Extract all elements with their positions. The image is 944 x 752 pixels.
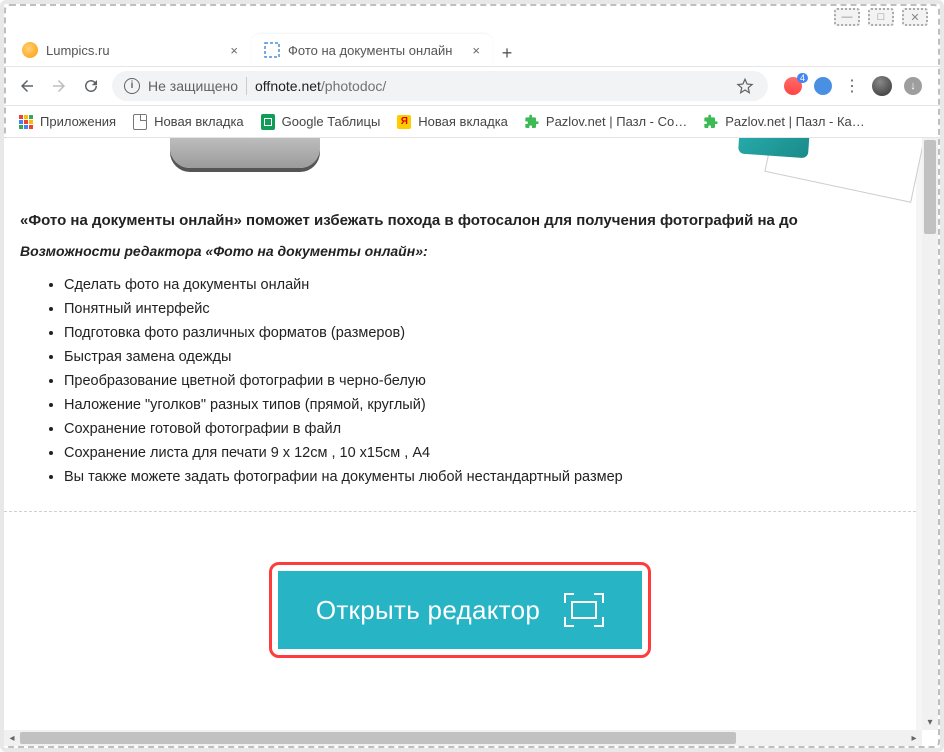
list-item: Подготовка фото различных форматов (разм… xyxy=(64,325,900,341)
nav-back-button[interactable] xyxy=(16,75,38,97)
page-heading: «Фото на документы онлайн» поможет избеж… xyxy=(20,212,900,229)
window-minimize-button[interactable]: — xyxy=(834,8,860,26)
open-editor-button[interactable]: Открыть редактор xyxy=(278,571,642,649)
page-subheading: Возможности редактора «Фото на документы… xyxy=(20,243,900,259)
list-item: Сохранение листа для печати 9 x 12см , 1… xyxy=(64,445,900,461)
page-content: «Фото на документы онлайн» поможет избеж… xyxy=(4,138,916,730)
address-bar[interactable]: i Не защищено offnote.net/photodoc/ xyxy=(112,71,768,101)
favicon-lumpics-icon xyxy=(22,42,38,58)
page-icon xyxy=(132,114,148,130)
bookmark-item[interactable]: Pazlov.net | Пазл - Со… xyxy=(524,114,687,130)
user-avatar-icon[interactable] xyxy=(872,76,892,96)
tab-photodoc[interactable]: Фото на документы онлайн × xyxy=(252,34,492,66)
bookmarks-bar: Приложения Новая вкладка Google Таблицы … xyxy=(4,106,940,138)
extension-shopping-icon[interactable] xyxy=(784,77,802,95)
list-item: Преобразование цветной фотографии в черн… xyxy=(64,373,900,389)
list-item: Сохранение готовой фотографии в файл xyxy=(64,421,900,437)
vertical-scrollbar[interactable]: ▾ xyxy=(922,138,938,730)
browser-window: — □ ✕ Lumpics.ru × Фото на документы онл… xyxy=(0,0,944,752)
puzzle-icon xyxy=(703,114,719,130)
window-maximize-button[interactable]: □ xyxy=(868,8,894,26)
tab-title: Lumpics.ru xyxy=(46,43,110,58)
window-titlebar: — □ ✕ xyxy=(4,4,940,32)
yandex-icon: Я xyxy=(396,114,412,130)
scanner-illustration-icon xyxy=(170,138,320,168)
crop-frame-icon xyxy=(564,593,604,627)
tab-lumpics[interactable]: Lumpics.ru × xyxy=(10,34,250,66)
bookmark-label: Новая вкладка xyxy=(154,114,244,129)
window-close-button[interactable]: ✕ xyxy=(902,8,928,26)
scroll-down-icon[interactable]: ▾ xyxy=(922,714,938,730)
bookmark-item[interactable]: Новая вкладка xyxy=(132,114,244,130)
security-label: Не защищено xyxy=(148,78,238,94)
toolbar-extension-area: ⋮ ↓ xyxy=(778,76,928,96)
url-path: /photodoc/ xyxy=(321,78,386,94)
tab-close-icon[interactable]: × xyxy=(472,43,480,58)
list-item: Быстрая замена одежды xyxy=(64,349,900,365)
page-viewport: «Фото на документы онлайн» поможет избеж… xyxy=(4,138,940,748)
tab-title: Фото на документы онлайн xyxy=(288,43,452,58)
site-info-icon[interactable]: i xyxy=(124,78,140,94)
open-editor-label: Открыть редактор xyxy=(316,595,540,626)
bookmark-item[interactable]: Pazlov.net | Пазл - Ка… xyxy=(703,114,865,130)
tab-close-icon[interactable]: × xyxy=(230,43,238,58)
url-domain: offnote.net xyxy=(255,78,321,94)
bookmark-label: Pazlov.net | Пазл - Ка… xyxy=(725,114,865,129)
apps-grid-icon xyxy=(18,114,34,130)
bookmark-label: Pazlov.net | Пазл - Со… xyxy=(546,114,687,129)
photo-print-illustration-icon xyxy=(764,138,922,203)
scrollbar-thumb[interactable] xyxy=(20,732,736,744)
header-graphic xyxy=(20,138,900,186)
nav-forward-button[interactable] xyxy=(48,75,70,97)
downloads-icon[interactable]: ↓ xyxy=(904,77,922,95)
list-item: Понятный интерфейс xyxy=(64,301,900,317)
list-item: Вы также можете задать фотографии на док… xyxy=(64,469,900,485)
list-item: Наложение "уголков" разных типов (прямой… xyxy=(64,397,900,413)
extension-globe-icon[interactable] xyxy=(814,77,832,95)
bookmark-item[interactable]: Я Новая вкладка xyxy=(396,114,508,130)
scroll-right-icon[interactable]: ▸ xyxy=(906,730,922,746)
bookmarks-apps-button[interactable]: Приложения xyxy=(18,114,116,130)
tab-strip: Lumpics.ru × Фото на документы онлайн × … xyxy=(4,32,940,66)
page-content-scroll[interactable]: «Фото на документы онлайн» поможет избеж… xyxy=(4,138,922,730)
bookmark-item[interactable]: Google Таблицы xyxy=(260,114,381,130)
favicon-photodoc-icon xyxy=(264,42,280,58)
section-divider xyxy=(4,511,916,512)
scroll-left-icon[interactable]: ◂ xyxy=(4,730,20,746)
address-separator xyxy=(246,77,247,95)
bookmark-label: Новая вкладка xyxy=(418,114,508,129)
nav-reload-button[interactable] xyxy=(80,75,102,97)
bookmark-label: Google Таблицы xyxy=(282,114,381,129)
list-item: Сделать фото на документы онлайн xyxy=(64,277,900,293)
cta-container: Открыть редактор xyxy=(20,562,900,658)
profile-menu[interactable]: ⋮ xyxy=(844,76,860,96)
cta-highlight-border: Открыть редактор xyxy=(269,562,651,658)
browser-toolbar: i Не защищено offnote.net/photodoc/ ⋮ ↓ xyxy=(4,66,940,106)
bookmark-star-icon[interactable] xyxy=(734,75,756,97)
features-list: Сделать фото на документы онлайн Понятны… xyxy=(64,277,900,485)
scrollbar-thumb[interactable] xyxy=(924,140,936,234)
sheets-icon xyxy=(260,114,276,130)
horizontal-scrollbar[interactable]: ◂ ▸ xyxy=(4,730,922,746)
new-tab-button[interactable]: + xyxy=(494,40,520,66)
puzzle-icon xyxy=(524,114,540,130)
bookmarks-apps-label: Приложения xyxy=(40,114,116,129)
